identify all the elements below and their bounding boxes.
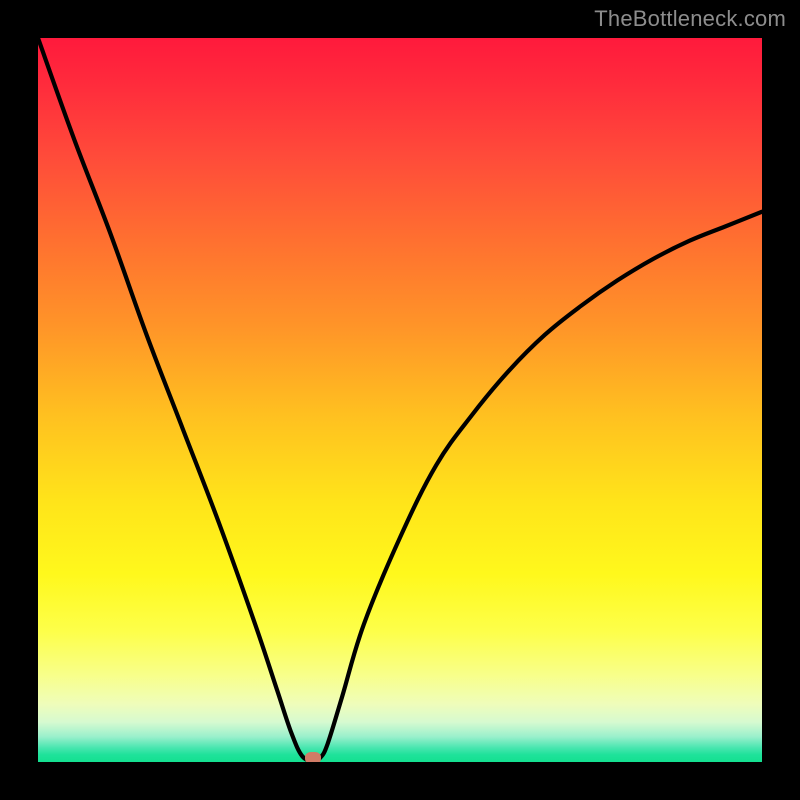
chart-frame: TheBottleneck.com (0, 0, 800, 800)
bottleneck-curve (38, 38, 762, 762)
optimal-point-marker (305, 752, 321, 762)
watermark-text: TheBottleneck.com (594, 6, 786, 32)
plot-area (38, 38, 762, 762)
